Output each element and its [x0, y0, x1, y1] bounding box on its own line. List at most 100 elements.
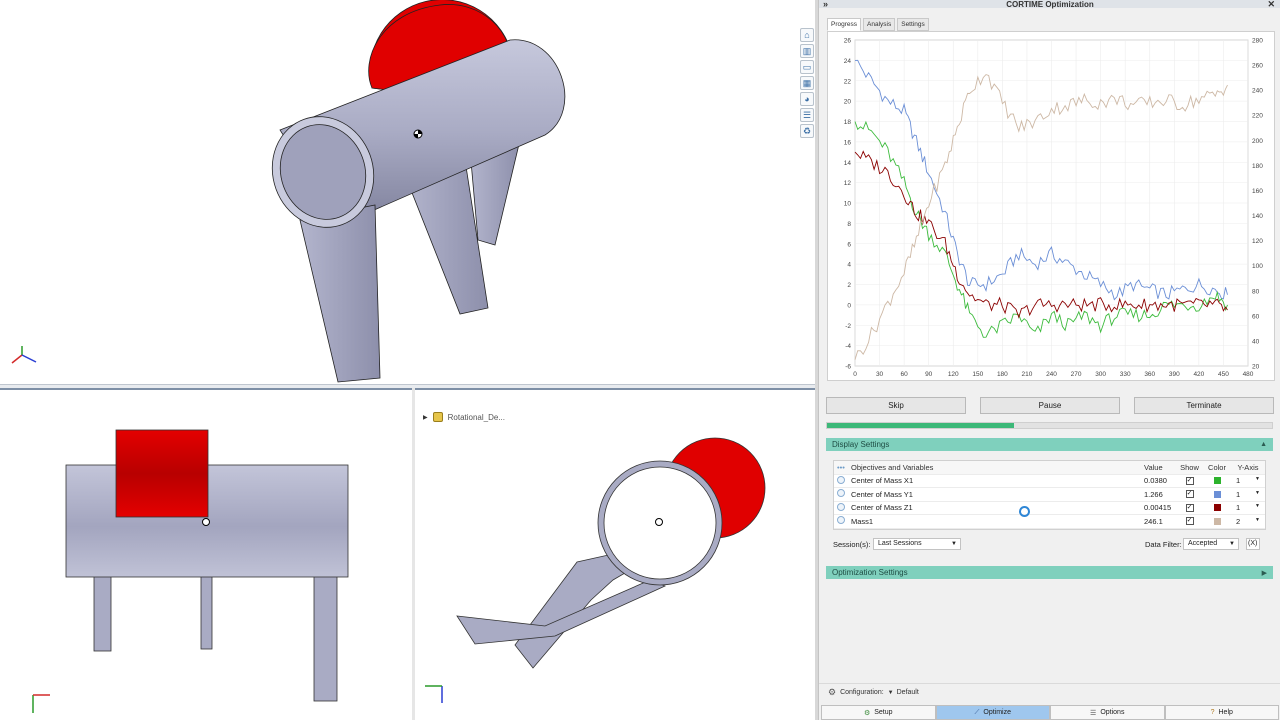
tab-options[interactable]: ☰ Options	[1050, 705, 1165, 720]
column-menu-icon[interactable]: •••	[834, 463, 848, 472]
yaxis-select[interactable]: 2 ▼	[1231, 517, 1265, 526]
help-label: Help	[1218, 709, 1233, 716]
options-icon: ☰	[1090, 709, 1097, 717]
color-wheel-icon[interactable]: ◕	[800, 92, 814, 106]
x-tick-label: 420	[1193, 371, 1204, 378]
home-icon[interactable]: ⌂	[800, 28, 814, 42]
close-icon[interactable]: ✕	[1267, 0, 1275, 10]
options-label: Options	[1100, 709, 1125, 716]
side-triad-icon	[425, 685, 443, 703]
header-yaxis: Y-Axis	[1237, 462, 1259, 472]
y-left-tick-label: 16	[844, 139, 852, 146]
x-tick-label: 210	[1022, 371, 1033, 378]
x-tick-label: 390	[1169, 371, 1180, 378]
y-right-tick-label: 80	[1252, 288, 1260, 295]
color-swatch[interactable]	[1203, 490, 1231, 498]
optimize-icon: ⟋	[974, 708, 980, 716]
table-row[interactable]: Center of Mass X1 0.0380 ✓ 1 ▼	[834, 475, 1265, 488]
filter-label: Data Filter:	[1145, 540, 1182, 549]
configuration-dropdown[interactable]: ▼ Default	[888, 689, 919, 696]
tab-help[interactable]: ? Help	[1164, 705, 1279, 720]
y-right-tick-label: 100	[1252, 263, 1263, 270]
tab-progress[interactable]: Progress	[827, 18, 862, 31]
progress-bar	[826, 422, 1273, 429]
header-value: Value	[1144, 462, 1163, 472]
pause-button[interactable]: Pause	[980, 397, 1120, 414]
y-left-tick-label: 24	[844, 58, 852, 65]
progress-chart-svg: 0 30 60 90 120 150 180 210 240 270 300 330 360 390 420…	[844, 38, 1263, 379]
isometric-viewport[interactable]	[0, 0, 815, 384]
skip-button[interactable]: Skip	[826, 397, 966, 414]
collapse-panel-icon[interactable]: »	[823, 0, 828, 9]
swatch-fill	[1213, 477, 1221, 485]
bottom-tab-bar: ⚙ Setup ⟋ Optimize ☰ Options ? Help	[821, 705, 1279, 720]
x-tick-label: 120	[948, 371, 959, 378]
part-icon[interactable]: ▥	[800, 44, 814, 58]
x-tick-label: 240	[1046, 371, 1057, 378]
chart-series	[854, 59, 1228, 360]
yaxis-select[interactable]: 1 ▼	[1231, 476, 1265, 485]
y-right-tick-label: 60	[1252, 313, 1260, 320]
optimization-settings-header[interactable]: Optimization Settings ▶	[826, 566, 1273, 579]
side-viewport[interactable]: ▶ Rotational_De...	[415, 388, 815, 720]
x-tick-label: 300	[1095, 371, 1106, 378]
table-row[interactable]: Center of Mass Z1 0.00415 ✓ 1 ▼	[834, 502, 1265, 515]
y-right-tick-label: 160	[1252, 188, 1263, 195]
color-swatch[interactable]	[1203, 504, 1231, 512]
y-left-tick-label: 0	[847, 302, 851, 309]
clear-filter-button[interactable]: (X)	[1246, 538, 1260, 550]
color-swatch[interactable]	[1203, 477, 1231, 485]
series-line-center-of-mass-z1	[854, 150, 1228, 319]
x-tick-label: 450	[1218, 371, 1229, 378]
sessions-dropdown[interactable]: Last Sessions ▼	[873, 538, 961, 550]
x-tick-label: 330	[1120, 371, 1131, 378]
expand-arrow-icon[interactable]: ▶	[1262, 569, 1267, 577]
data-filter-dropdown[interactable]: Accepted ▼	[1183, 538, 1239, 550]
yaxis-select[interactable]: 1 ▼	[1231, 490, 1265, 499]
sessions-label: Session(s):	[833, 540, 871, 549]
front-viewport[interactable]	[0, 388, 412, 720]
app-root: ▶ Rotational_De... ⌂ ▥ ▭ ▦ ◕ ☰ ♻ » CORTI…	[0, 0, 1280, 720]
color-swatch[interactable]	[1203, 517, 1231, 525]
side-model	[425, 437, 766, 703]
x-tick-label: 90	[925, 371, 933, 378]
terminate-button[interactable]: Terminate	[1134, 397, 1274, 414]
yaxis-select[interactable]: 1 ▼	[1231, 503, 1265, 512]
x-tick-label: 60	[901, 371, 909, 378]
yaxis-value: 2	[1236, 516, 1241, 526]
y-right-tick-label: 40	[1252, 338, 1260, 345]
x-tick-label: 360	[1144, 371, 1155, 378]
collapse-arrow-icon[interactable]: ▲	[1260, 441, 1267, 448]
show-checkbox[interactable]: ✓	[1176, 490, 1203, 499]
help-icon: ?	[1210, 709, 1215, 716]
objective-value: 0.0380	[1144, 476, 1167, 486]
isometric-model	[11, 0, 566, 383]
tab-analysis[interactable]: Analysis	[863, 18, 896, 31]
y-left-tick-label: 2	[847, 282, 851, 289]
show-checkbox[interactable]: ✓	[1176, 503, 1203, 512]
tab-settings[interactable]: Settings	[897, 18, 929, 31]
recycle-icon[interactable]: ♻	[800, 124, 814, 138]
tab-optimize[interactable]: ⟋ Optimize	[935, 705, 1050, 720]
table-row[interactable]: Mass1 246.1 ✓ 2 ▼	[834, 515, 1265, 529]
y-right-tick-label: 120	[1252, 238, 1263, 245]
layout-icon[interactable]: ▦	[800, 76, 814, 90]
chevron-down-icon: ▼	[887, 689, 894, 696]
folder-icon[interactable]: ▭	[800, 60, 814, 74]
checkmark-icon: ✓	[1185, 476, 1194, 485]
y-right-tick-label: 280	[1252, 38, 1263, 45]
yaxis-value: 1	[1236, 489, 1241, 499]
progress-chart: 0 30 60 90 120 150 180 210 240 270 300 330 360 390 420…	[827, 31, 1275, 381]
tab-setup[interactable]: ⚙ Setup	[821, 705, 936, 720]
objective-icon	[834, 489, 848, 499]
table-row[interactable]: Center of Mass Y1 1.266 ✓ 1 ▼	[834, 488, 1265, 502]
display-settings-header[interactable]: Display Settings ▲	[826, 438, 1273, 451]
y-left-tick-label: -2	[845, 323, 851, 330]
x-tick-label: 480	[1243, 371, 1254, 378]
show-checkbox[interactable]: ✓	[1176, 517, 1203, 526]
list-icon[interactable]: ☰	[800, 108, 814, 122]
filter-value: Accepted	[1188, 540, 1218, 547]
chevron-down-icon: ▼	[1255, 476, 1260, 483]
chevron-down-icon: ▼	[1255, 489, 1260, 496]
show-checkbox[interactable]: ✓	[1176, 476, 1203, 485]
